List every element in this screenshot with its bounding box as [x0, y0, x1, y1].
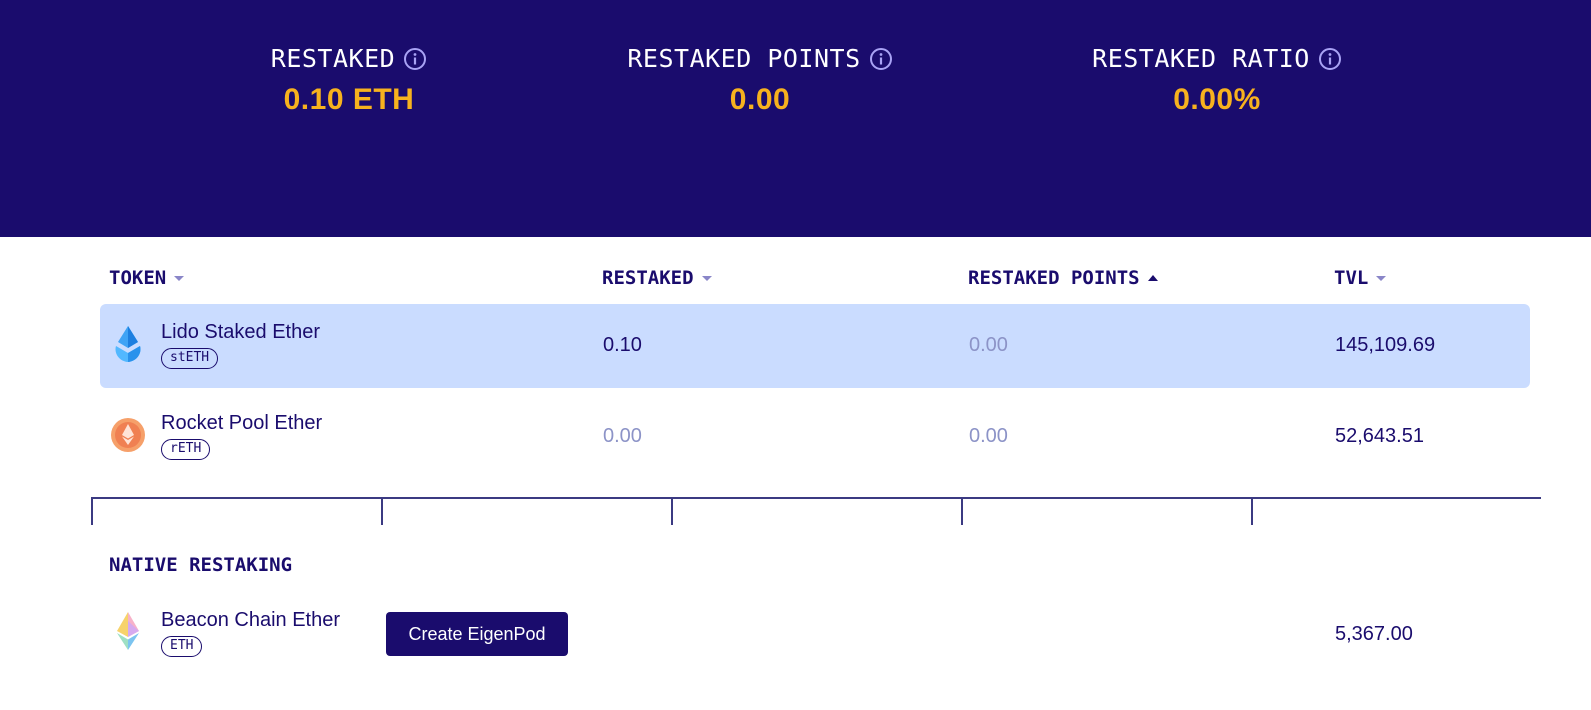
native-restaking-row: Beacon Chain Ether ETH Create EigenPod 5…: [100, 598, 1530, 668]
divider-tick: [91, 497, 93, 525]
token-symbol-badge: rETH: [161, 439, 211, 460]
stat-restaked-points-value: 0.00: [729, 83, 791, 116]
restaked-points-value: 0.00: [969, 425, 1008, 447]
column-header-restaked[interactable]: RESTAKED: [602, 267, 712, 289]
sort-up-icon: [1147, 275, 1158, 281]
sort-down-icon: [701, 275, 712, 281]
token-symbol-badge: stETH: [161, 348, 219, 369]
divider-tick: [1251, 497, 1253, 525]
lido-icon: [115, 326, 141, 362]
stat-restaked-points-label: RESTAKED POINTS: [627, 44, 861, 73]
token-symbol-badge: ETH: [161, 636, 203, 657]
divider-tick: [961, 497, 963, 525]
stats-banner: RESTAKED 0.10 ETH RESTAKED POINTS 0.00 R…: [0, 0, 1591, 237]
column-header-tvl[interactable]: TVL: [1334, 267, 1387, 289]
column-header-tvl-label: TVL: [1334, 267, 1369, 289]
column-header-restaked-points[interactable]: RESTAKED POINTS: [968, 267, 1158, 289]
rocket-pool-icon: [111, 418, 145, 452]
sort-down-icon: [174, 275, 185, 281]
tvl-value: 5,367.00: [1335, 623, 1413, 645]
sort-down-icon: [1376, 275, 1387, 281]
divider-tick: [381, 497, 383, 525]
stat-restaked-ratio-value: 0.00%: [1173, 83, 1261, 116]
divider-tick: [671, 497, 673, 525]
stat-restaked: RESTAKED 0.10 ETH: [249, 44, 449, 117]
create-eigenpod-button[interactable]: Create EigenPod: [386, 612, 568, 656]
column-header-restaked-label: RESTAKED: [602, 267, 694, 289]
restaked-value: 0.00: [603, 425, 642, 447]
column-header-token[interactable]: TOKEN: [109, 267, 185, 289]
tvl-value: 145,109.69: [1335, 334, 1436, 356]
stat-restaked-ratio-label: RESTAKED RATIO: [1092, 44, 1310, 73]
tvl-value: 52,643.51: [1335, 425, 1424, 447]
restaked-points-value: 0.00: [969, 334, 1008, 356]
token-name: Lido Staked Ether: [161, 321, 320, 343]
column-header-restaked-points-label: RESTAKED POINTS: [968, 267, 1140, 289]
stat-restaked-label: RESTAKED: [270, 44, 396, 73]
token-name: Rocket Pool Ether: [161, 412, 323, 434]
restaked-value: 0.10: [603, 334, 642, 356]
stat-restaked-ratio: RESTAKED RATIO 0.00%: [1072, 44, 1362, 117]
table-row[interactable]: Lido Staked Ether stETH 0.10 0.00 145,10…: [100, 304, 1530, 388]
native-restaking-title: NATIVE RESTAKING: [109, 554, 293, 576]
info-icon[interactable]: [403, 47, 427, 71]
info-icon[interactable]: [869, 47, 893, 71]
stat-restaked-points: RESTAKED POINTS 0.00: [610, 44, 910, 117]
ethereum-icon: [117, 612, 139, 650]
section-divider: [91, 497, 1541, 499]
column-header-token-label: TOKEN: [109, 267, 167, 289]
stat-restaked-value: 0.10 ETH: [283, 83, 415, 116]
table-row[interactable]: Rocket Pool Ether rETH 0.00 0.00 52,643.…: [100, 395, 1530, 479]
info-icon[interactable]: [1318, 47, 1342, 71]
token-name: Beacon Chain Ether: [161, 609, 341, 631]
